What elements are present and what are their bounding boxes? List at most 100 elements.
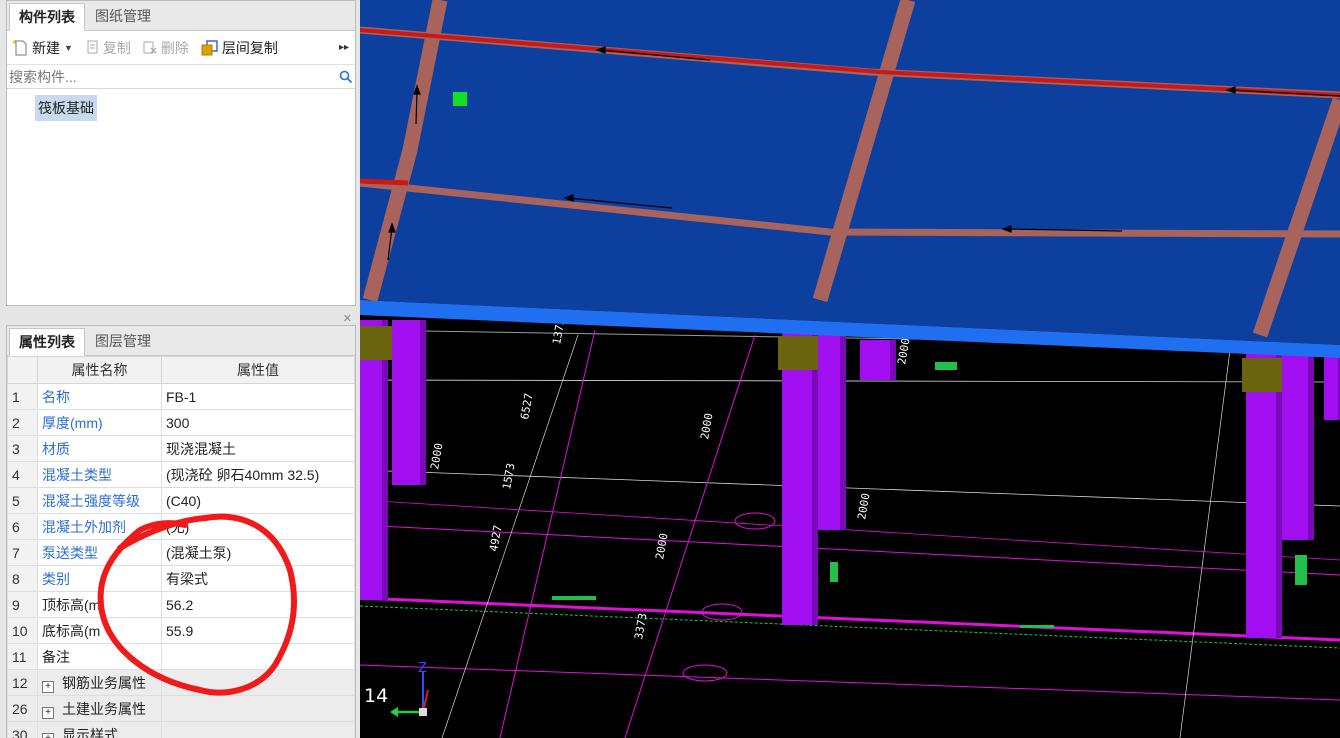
row-number: 5 (7, 487, 38, 514)
column-shade (812, 330, 818, 625)
property-value[interactable]: (无) (161, 513, 355, 540)
component-search[interactable]: 搜索构件... (7, 65, 355, 89)
property-value[interactable]: 现浇混凝土 (161, 435, 355, 462)
raft-slab[interactable] (360, 0, 1340, 358)
chevron-down-icon[interactable]: ▼ (64, 43, 73, 53)
floor-copy-button-label: 层间复制 (221, 39, 278, 56)
tree-item-raft-foundation[interactable]: 筏板基础 (35, 95, 97, 121)
floor-copy-button[interactable]: 层间复制 (201, 38, 278, 58)
copy-button-label: 复制 (102, 39, 131, 56)
property-group-label: 显示样式 (62, 726, 118, 738)
row-number: 26 (7, 695, 38, 722)
property-group-row[interactable]: 30 + 显示样式 (7, 721, 355, 738)
search-input[interactable]: 搜索构件... (9, 67, 339, 87)
property-row[interactable]: 3 材质 现浇混凝土 (7, 435, 355, 462)
property-value[interactable]: (混凝土泵) (161, 539, 355, 566)
tab-property-list[interactable]: 属性列表 (9, 328, 85, 356)
more-icon[interactable]: ▸▸ (339, 42, 349, 53)
axis-z-label: Z (418, 661, 427, 676)
column-shade (1308, 352, 1314, 540)
copy-icon (87, 40, 98, 54)
property-row[interactable]: 9 顶标高(m 56.2 (7, 591, 355, 618)
property-name: 混凝土类型 (37, 461, 162, 488)
column-cap (778, 336, 822, 370)
property-value-header: 属性值 (161, 356, 355, 384)
copy-button[interactable]: 复制 (85, 38, 131, 58)
property-value[interactable]: (现浇砼 卵石40mm 32.5) (161, 461, 355, 488)
property-row[interactable]: 7 泵送类型 (混凝土泵) (7, 539, 355, 566)
property-value (161, 721, 355, 738)
expand-icon[interactable]: + (42, 732, 54, 738)
property-row[interactable]: 2 厚度(mm) 300 (7, 409, 355, 436)
tab-drawing-management[interactable]: 图纸管理 (85, 2, 161, 30)
new-button-label: 新建 (32, 39, 60, 56)
column-shade (890, 340, 896, 380)
row-number: 6 (7, 513, 38, 540)
3d-scene[interactable]: 13736527200015734927 20003373200020002000 (360, 0, 1340, 738)
3d-viewport[interactable]: 1373 6527 2000 1573 4927 2000 3373 2000 2000 2000 (360, 0, 1340, 738)
selection-marker[interactable] (453, 92, 467, 106)
property-row[interactable]: 4 混凝土类型 (现浇砼 卵石40mm 32.5) (7, 461, 355, 488)
component-list-panel: 构件列表 图纸管理 新建 ▼ 复制 删除 层间复制 ▸▸ 搜索构件... 筏板基… (6, 0, 356, 306)
floor-copy-icon (201, 39, 218, 55)
property-group-row[interactable]: 12 + 钢筋业务属性 (7, 669, 355, 696)
property-name: 混凝土外加剂 (37, 513, 162, 540)
property-list-panel: 属性列表 图层管理 属性名称 属性值 1 名称 FB-1 2 厚度(mm) 300 3 材质现… (6, 325, 356, 738)
expand-icon[interactable]: + (42, 706, 54, 719)
property-value[interactable]: 55.9 (161, 617, 355, 644)
property-row[interactable]: 5 混凝土强度等级 (C40) (7, 487, 355, 514)
property-name: 备注 (37, 643, 162, 670)
left-panel: 构件列表 图纸管理 新建 ▼ 复制 删除 层间复制 ▸▸ 搜索构件... 筏板基… (0, 0, 360, 738)
property-value[interactable]: (C40) (161, 487, 355, 514)
property-value (161, 669, 355, 696)
property-tabbar: 属性列表 图层管理 (7, 326, 355, 356)
column[interactable] (1324, 352, 1340, 420)
search-icon[interactable] (339, 70, 353, 84)
property-row[interactable]: 11 备注 (7, 643, 355, 670)
row-number: 9 (7, 591, 38, 618)
property-value[interactable]: FB-1 (161, 383, 355, 410)
delete-icon (143, 41, 157, 54)
row-number: 7 (7, 539, 38, 566)
row-number: 10 (7, 617, 38, 644)
row-number: 8 (7, 565, 38, 592)
property-row[interactable]: 6 混凝土外加剂 (无) (7, 513, 355, 540)
component-toolbar: 新建 ▼ 复制 删除 层间复制 ▸▸ (7, 31, 355, 65)
property-group-row[interactable]: 26 + 土建业务属性 (7, 695, 355, 722)
property-value (161, 695, 355, 722)
property-table: 属性名称 属性值 1 名称 FB-1 2 厚度(mm) 300 3 材质 现浇混凝土 4 混凝土类型… (7, 356, 355, 738)
column-cap (360, 326, 392, 360)
row-number: 3 (7, 435, 38, 462)
new-button[interactable]: 新建 ▼ (13, 38, 73, 58)
property-value[interactable]: 56.2 (161, 591, 355, 618)
property-value[interactable]: 300 (161, 409, 355, 436)
property-row[interactable]: 1 名称 FB-1 (7, 383, 355, 410)
property-name: 名称 (37, 383, 162, 410)
property-value[interactable]: 有梁式 (161, 565, 355, 592)
tab-component-list[interactable]: 构件列表 (9, 3, 85, 31)
property-name: 泵送类型 (37, 539, 162, 566)
property-row[interactable]: 10 底标高(m 55.9 (7, 617, 355, 644)
column-cap (1242, 358, 1286, 392)
component-tabbar: 构件列表 图纸管理 (7, 1, 355, 31)
expand-icon[interactable]: + (42, 680, 54, 693)
component-tree: 筏板基础 (7, 89, 355, 121)
property-group-name[interactable]: + 钢筋业务属性 (37, 669, 162, 696)
floor-number-label: 14 (364, 685, 388, 707)
property-name: 类别 (37, 565, 162, 592)
column-shade (420, 320, 426, 485)
column-shade (382, 320, 388, 600)
column-shade (1276, 352, 1282, 638)
column-shade (840, 330, 846, 530)
tab-layer-management[interactable]: 图层管理 (85, 327, 161, 355)
delete-button[interactable]: 删除 (143, 38, 189, 58)
property-group-label: 钢筋业务属性 (62, 674, 146, 691)
row-number: 11 (7, 643, 38, 670)
property-group-name[interactable]: + 显示样式 (37, 721, 162, 738)
row-number: 12 (7, 669, 38, 696)
close-icon[interactable]: ✕ (343, 312, 352, 325)
property-value[interactable] (161, 643, 355, 670)
property-name-header: 属性名称 (37, 356, 162, 384)
property-row[interactable]: 8 类别 有梁式 (7, 565, 355, 592)
property-group-name[interactable]: + 土建业务属性 (37, 695, 162, 722)
